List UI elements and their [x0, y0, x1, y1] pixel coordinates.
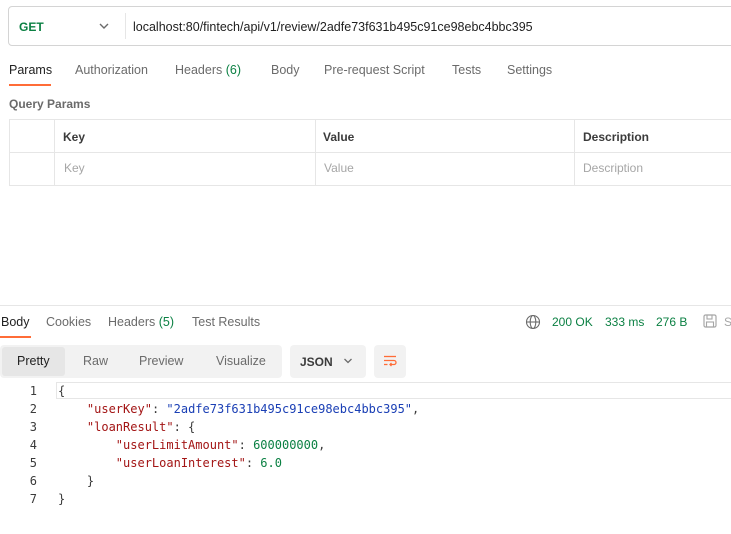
response-body-editor[interactable]: 1 {2 "userKey": "2adfe73f631b495c91ce98eb…	[0, 382, 731, 512]
json-key: "loanResult"	[86, 420, 174, 434]
json-punctuation: }	[86, 474, 95, 488]
code-line: }	[58, 492, 65, 506]
table-divider	[9, 152, 731, 153]
tab-label: Body	[271, 63, 300, 77]
line-number: 3	[29, 420, 37, 434]
view-mode-raw[interactable]: Raw	[83, 354, 108, 368]
tab-label: Pre-request Script	[324, 63, 425, 77]
tab-headers[interactable]: Headers (6)	[175, 63, 241, 77]
json-key: "userLimitAmount"	[115, 438, 239, 452]
response-time[interactable]: 333 ms	[605, 315, 644, 329]
tab-label: Params	[9, 63, 53, 77]
tab-label: Authorization	[75, 63, 148, 77]
line-number: 2	[29, 402, 37, 416]
param-description-input[interactable]: Description	[583, 161, 643, 175]
headers-count: (5)	[158, 315, 175, 329]
tab-body[interactable]: Body	[271, 63, 300, 77]
save-response-button[interactable]: S	[724, 315, 731, 329]
query-params-title: Query Params	[9, 97, 91, 111]
active-tab-indicator	[9, 84, 51, 86]
globe-icon[interactable]	[525, 314, 541, 330]
tab-authorization[interactable]: Authorization	[75, 63, 148, 77]
response-tab-cookies[interactable]: Cookies	[46, 315, 91, 329]
tab-label: Tests	[452, 63, 482, 77]
tab-tests[interactable]: Tests	[452, 63, 481, 77]
response-tab-headers[interactable]: Headers (5)	[108, 315, 174, 329]
line-number: 7	[29, 492, 37, 506]
tab-params[interactable]: Params	[9, 63, 52, 77]
line-number: 1	[29, 384, 37, 398]
tab-label: Headers	[108, 315, 156, 329]
table-divider	[315, 119, 316, 186]
param-key-input[interactable]: Key	[64, 161, 85, 175]
line-number: 4	[29, 438, 37, 452]
column-header-value: Value	[323, 130, 355, 144]
response-tab-body[interactable]: Body	[1, 315, 30, 329]
tab-label: Test Results	[192, 315, 261, 329]
language-label: JSON	[300, 355, 333, 369]
url-input[interactable]: localhost:80/fintech/api/v1/review/2adfe…	[133, 20, 533, 34]
chevron-down-icon[interactable]	[97, 19, 111, 33]
tab-pre-request-script[interactable]: Pre-request Script	[324, 63, 425, 77]
chevron-down-icon	[344, 358, 352, 364]
active-tab-indicator	[0, 336, 31, 338]
code-line: "loanResult": {	[58, 420, 195, 434]
code-line: {	[58, 384, 65, 398]
wrap-lines-icon	[384, 355, 397, 367]
response-divider[interactable]	[0, 305, 731, 306]
param-value-input[interactable]: Value	[324, 161, 354, 175]
tab-settings[interactable]: Settings	[507, 63, 552, 77]
json-string: "2adfe73f631b495c91ce98ebc4bbc395"	[166, 402, 413, 416]
response-tab-test-results[interactable]: Test Results	[192, 315, 260, 329]
table-divider	[574, 119, 575, 186]
tab-label: Body	[1, 315, 30, 329]
json-punctuation: ,	[412, 402, 420, 416]
column-header-key: Key	[63, 130, 86, 144]
json-punctuation: }	[58, 492, 66, 506]
json-punctuation: :	[245, 456, 261, 470]
tab-label: Settings	[507, 63, 553, 77]
tab-label: Headers	[175, 63, 223, 77]
line-number: 6	[29, 474, 37, 488]
code-line: "userKey": "2adfe73f631b495c91ce98ebc4bb…	[58, 402, 419, 416]
json-punctuation: :	[151, 402, 167, 416]
method-select[interactable]: GET	[19, 20, 44, 34]
view-mode-visualize[interactable]: Visualize	[216, 354, 266, 368]
code-line: }	[58, 474, 94, 488]
json-key: "userKey"	[86, 402, 152, 416]
json-punctuation: : {	[173, 420, 196, 434]
json-punctuation: {	[58, 384, 66, 398]
column-header-description: Description	[583, 130, 650, 144]
status-code[interactable]: 200 OK	[552, 315, 593, 329]
view-mode-pretty[interactable]: Pretty	[17, 354, 50, 368]
response-size[interactable]: 276 B	[656, 315, 687, 329]
line-number: 5	[29, 456, 37, 470]
view-mode-preview[interactable]: Preview	[139, 354, 183, 368]
code-line: "userLoanInterest": 6.0	[58, 456, 282, 470]
json-number: 600000000	[253, 438, 319, 452]
save-icon[interactable]	[702, 313, 718, 329]
code-line: "userLimitAmount": 600000000,	[58, 438, 326, 452]
json-key: "userLoanInterest"	[115, 456, 246, 470]
json-punctuation: ,	[318, 438, 326, 452]
table-divider	[54, 119, 55, 186]
url-divider	[125, 13, 126, 39]
headers-count: (6)	[225, 63, 242, 77]
json-number: 6.0	[260, 456, 282, 470]
request-url-bar: GET localhost:80/fintech/api/v1/review/2…	[8, 6, 731, 46]
tab-label: Cookies	[46, 315, 92, 329]
json-punctuation: :	[238, 438, 254, 452]
